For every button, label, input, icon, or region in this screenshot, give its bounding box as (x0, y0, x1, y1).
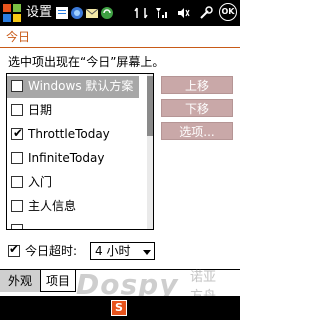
item-label: ThrottleToday (28, 127, 110, 141)
start-menu-icon[interactable] (2, 3, 22, 23)
move-up-button[interactable]: 上移 (161, 76, 233, 94)
item-checkbox[interactable] (11, 80, 23, 92)
network-icon[interactable] (70, 5, 84, 19)
check-mark-icon: ✔ (9, 242, 20, 256)
list-item[interactable] (7, 220, 139, 229)
watermark-text: 诺亚 (190, 270, 217, 285)
check-mark-icon: ✔ (13, 126, 24, 140)
item-checkbox[interactable] (11, 224, 23, 229)
item-label: Windows 默认方案 (28, 79, 134, 93)
list-item[interactable]: ✔ ThrottleToday (7, 124, 139, 146)
dropdown-arrow-icon[interactable] (143, 250, 151, 255)
tab-appearance[interactable]: 外观 (0, 270, 41, 292)
connectivity-icon[interactable] (134, 5, 148, 19)
today-items-list[interactable]: Windows 默认方案 日期 ✔ ThrottleToday Infinite… (6, 73, 154, 230)
move-down-button[interactable]: 下移 (161, 99, 233, 117)
item-label: 入门 (28, 175, 53, 189)
list-item[interactable]: InfiniteToday (7, 148, 139, 170)
item-checkbox[interactable] (11, 200, 23, 212)
volume-icon[interactable] (176, 5, 190, 19)
ok-button[interactable]: OK (219, 3, 237, 21)
item-checkbox[interactable] (11, 104, 23, 116)
item-checkbox[interactable] (11, 152, 23, 164)
item-label: 日期 (28, 103, 53, 117)
signal-icon[interactable] (155, 5, 169, 19)
sync-icon[interactable] (100, 5, 114, 19)
mail-icon[interactable] (85, 5, 99, 19)
item-checkbox[interactable] (11, 176, 23, 188)
list-item[interactable]: 入门 (7, 172, 139, 194)
notes-icon[interactable] (55, 5, 69, 19)
timeout-label: 今日超时: (25, 244, 78, 258)
item-label: InfiniteToday (28, 151, 105, 165)
scrollbar-thumb[interactable] (147, 76, 153, 136)
list-item[interactable]: Windows 默认方案 (7, 76, 139, 98)
input-method-icon[interactable]: S (111, 300, 127, 316)
page-title: 今日 (6, 30, 31, 44)
options-button[interactable]: 选项... (161, 122, 233, 140)
list-item[interactable]: 主人信息 (7, 196, 139, 218)
item-label: 主人信息 (28, 199, 77, 213)
timeout-selected-value: 4 小时 (95, 244, 131, 258)
tab-items[interactable]: 项目 (40, 270, 76, 292)
header-divider (0, 47, 240, 48)
item-checkbox[interactable]: ✔ (11, 126, 24, 140)
list-item[interactable]: 日期 (7, 100, 139, 122)
window-title: 设置 (26, 5, 53, 20)
instruction-text: 选中项出现在“今日”屏幕上。 (8, 55, 165, 69)
tools-icon[interactable] (199, 5, 213, 19)
